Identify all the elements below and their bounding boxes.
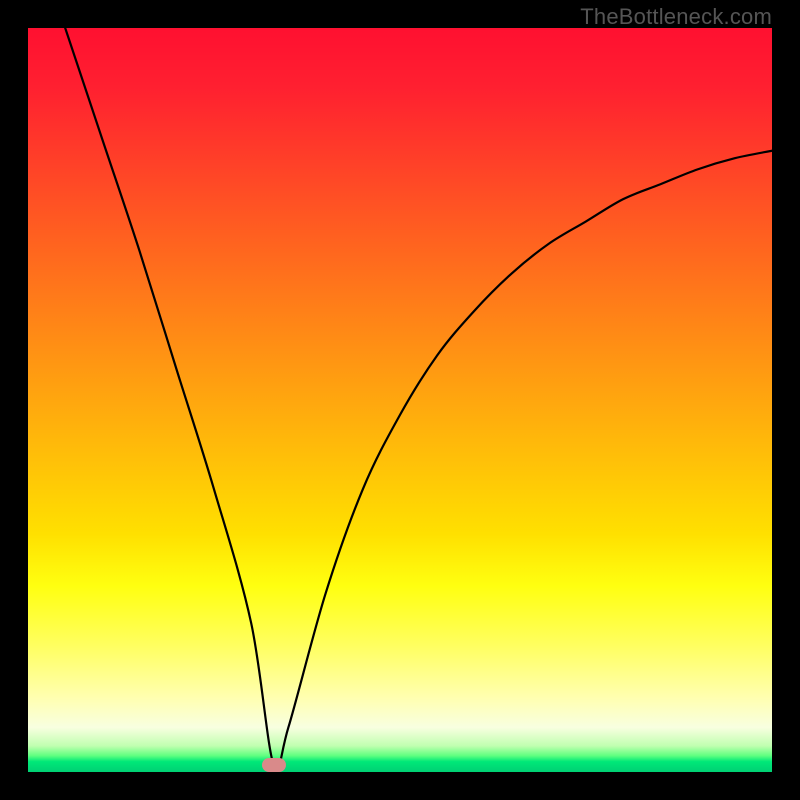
bottleneck-curve [28, 28, 772, 772]
chart-container: TheBottleneck.com [0, 0, 800, 800]
watermark-text: TheBottleneck.com [580, 4, 772, 30]
curve-path [65, 28, 772, 770]
optimal-point-marker [262, 758, 286, 772]
plot-area [28, 28, 772, 772]
